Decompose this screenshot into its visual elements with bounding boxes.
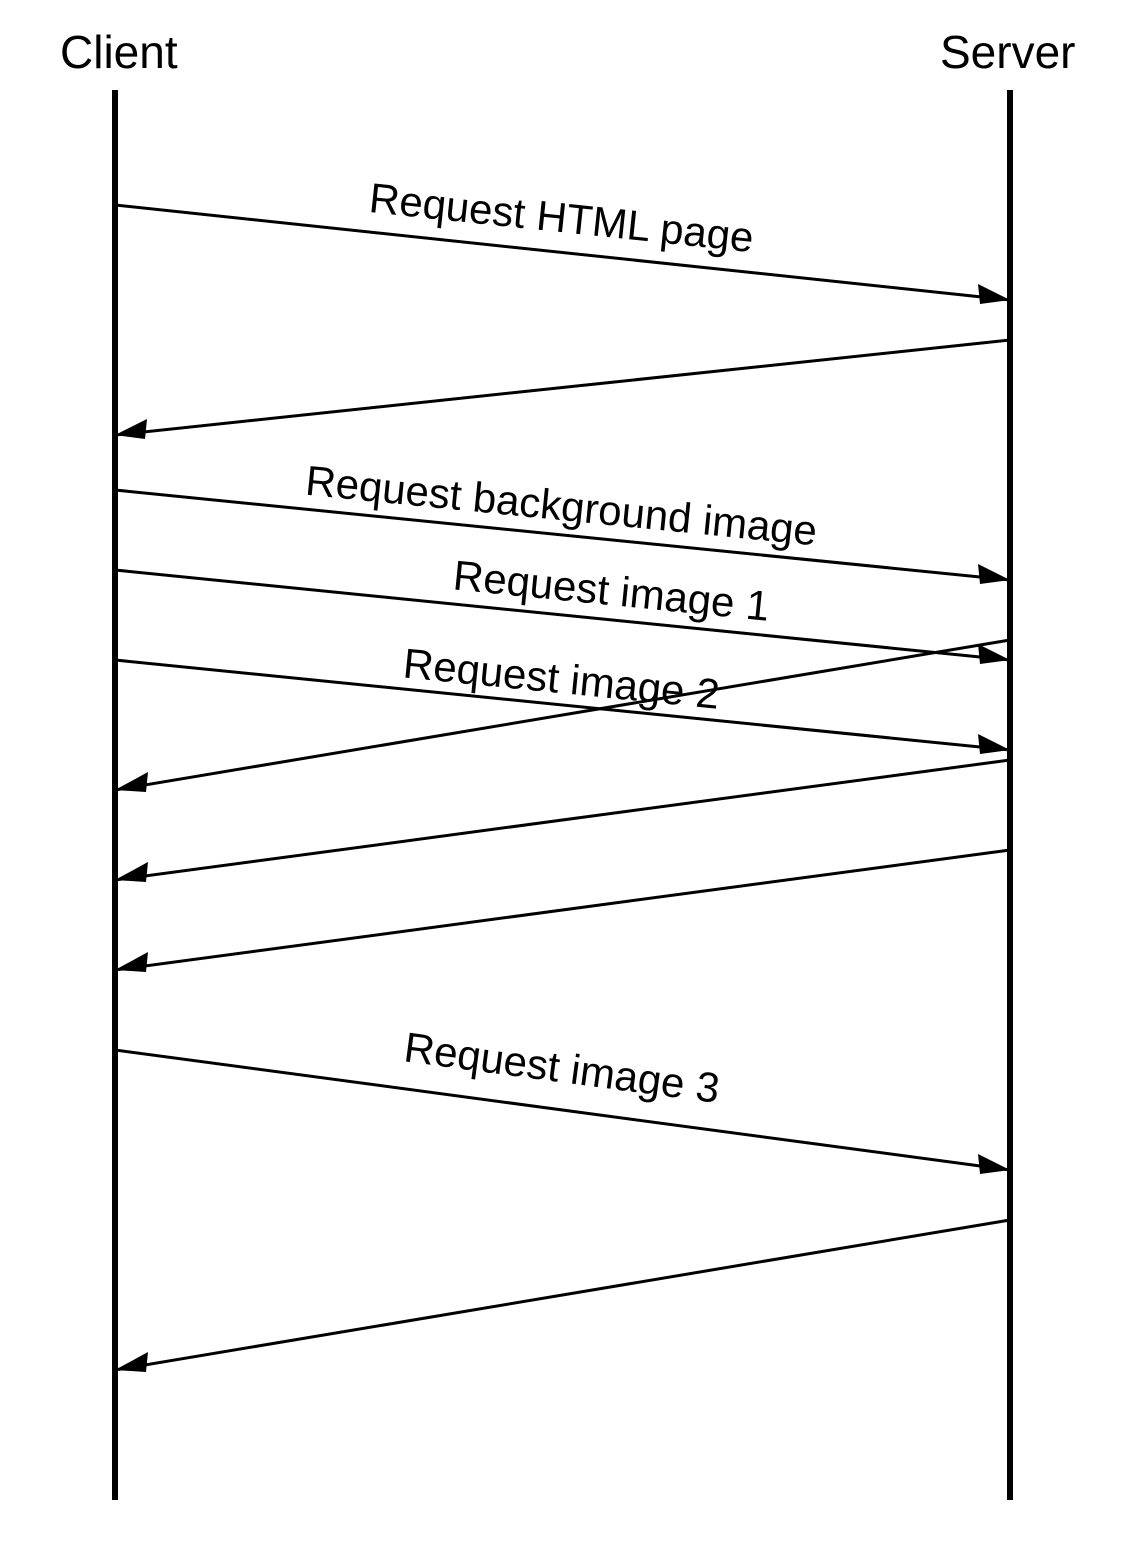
participant-server: Server bbox=[940, 26, 1075, 78]
msg-request-img1: Request image 1 bbox=[115, 551, 1010, 664]
msg-response-html bbox=[115, 340, 1010, 439]
msg-request-bg-label: Request background image bbox=[304, 457, 820, 555]
msg-request-img2: Request image 2 bbox=[115, 639, 1010, 754]
msg-response-img1 bbox=[115, 760, 1010, 882]
msg-request-img1-label: Request image 1 bbox=[451, 551, 772, 629]
msg-response-img2 bbox=[115, 850, 1010, 972]
msg-request-html-label: Request HTML page bbox=[367, 174, 756, 261]
msg-request-img3-label: Request image 3 bbox=[401, 1023, 722, 1112]
participant-client: Client bbox=[60, 26, 178, 78]
msg-request-img3: Request image 3 bbox=[115, 1023, 1010, 1174]
sequence-diagram: Client Server Request HTML page Request … bbox=[0, 0, 1125, 1556]
msg-response-img3 bbox=[115, 1220, 1010, 1372]
msg-request-html: Request HTML page bbox=[115, 174, 1010, 304]
